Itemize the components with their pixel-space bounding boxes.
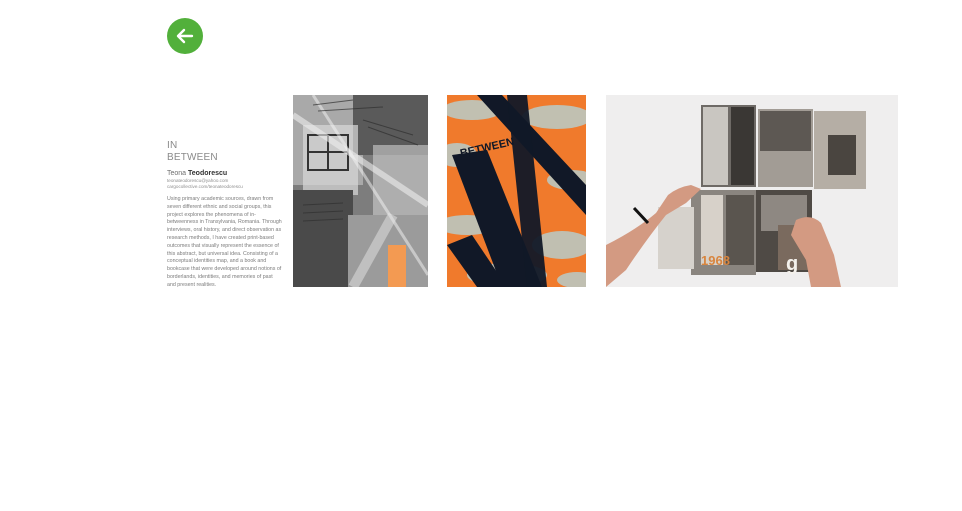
author-website[interactable]: cargocollective.com/teonateodorescu [167, 184, 282, 190]
book-year-text: 1968 [701, 253, 730, 268]
between-print-graphic: BETWEEN [447, 95, 586, 287]
project-info: IN BETWEEN Teona Teodorescu teonateodore… [167, 140, 282, 290]
author-last-name: Teodorescu [188, 170, 228, 177]
back-button[interactable] [167, 18, 203, 54]
arrow-left-icon [176, 28, 194, 44]
project-title-line-2: BETWEEN [167, 152, 218, 163]
project-title: IN BETWEEN [167, 140, 282, 164]
gallery-image-2[interactable]: BETWEEN [447, 95, 586, 287]
collage-photo-graphic [293, 95, 428, 287]
author-name: Teona Teodorescu [167, 169, 282, 178]
gallery-image-1[interactable] [293, 95, 428, 287]
project-description: Using primary academic sources, drawn fr… [167, 196, 282, 288]
folded-book-graphic: 1968 g [606, 95, 898, 287]
svg-text:g: g [786, 253, 798, 275]
author-first-name: Teona [167, 170, 187, 177]
gallery-image-3[interactable]: 1968 g [606, 95, 898, 287]
project-title-line-1: IN [167, 140, 178, 151]
